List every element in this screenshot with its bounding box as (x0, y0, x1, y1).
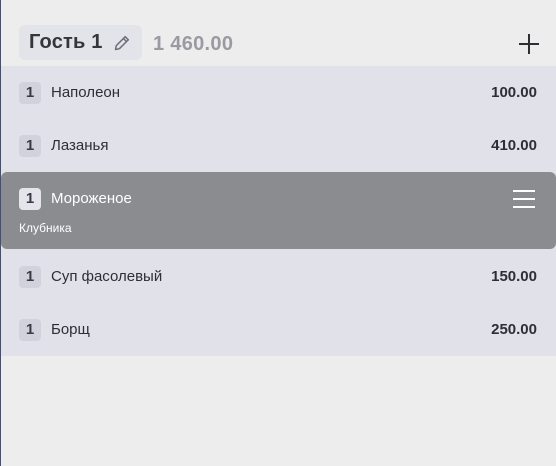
item-name: Мороженое (51, 190, 132, 207)
order-item-list: 1 Наполеон 100.00 1 Лазанья 410.00 1 Мор… (1, 66, 556, 356)
item-quantity: 1 (19, 135, 41, 157)
item-price: 250.00 (491, 321, 537, 338)
order-item-lasagna[interactable]: 1 Лазанья 410.00 (1, 119, 556, 172)
item-name: Борщ (51, 321, 90, 338)
order-item-borscht[interactable]: 1 Борщ 250.00 (1, 303, 556, 356)
order-item-napoleon[interactable]: 1 Наполеон 100.00 (1, 66, 556, 119)
item-name: Суп фасолевый (51, 268, 163, 285)
item-quantity: 1 (19, 266, 41, 288)
item-price: 100.00 (491, 84, 537, 101)
hamburger-icon[interactable] (512, 188, 536, 210)
order-item-ice-cream-selected[interactable]: 1 Мороженое Клубника (1, 172, 556, 249)
guest-header: Гость 1 1 460.00 (1, 0, 556, 66)
item-price: 150.00 (491, 268, 537, 285)
order-item-bean-soup[interactable]: 1 Суп фасолевый 150.00 (1, 250, 556, 303)
item-quantity: 1 (19, 188, 41, 210)
pencil-icon[interactable] (112, 33, 132, 53)
item-quantity: 1 (19, 319, 41, 341)
guest-name-chip[interactable]: Гость 1 (19, 25, 142, 60)
guest-total: 1 460.00 (153, 33, 234, 55)
item-quantity: 1 (19, 82, 41, 104)
guest-name: Гость 1 (29, 31, 103, 53)
item-modifier: Клубника (19, 221, 72, 235)
item-price: 410.00 (491, 137, 537, 154)
plus-icon[interactable] (518, 33, 540, 55)
item-name: Наполеон (51, 84, 121, 101)
item-name: Лазанья (51, 137, 109, 154)
